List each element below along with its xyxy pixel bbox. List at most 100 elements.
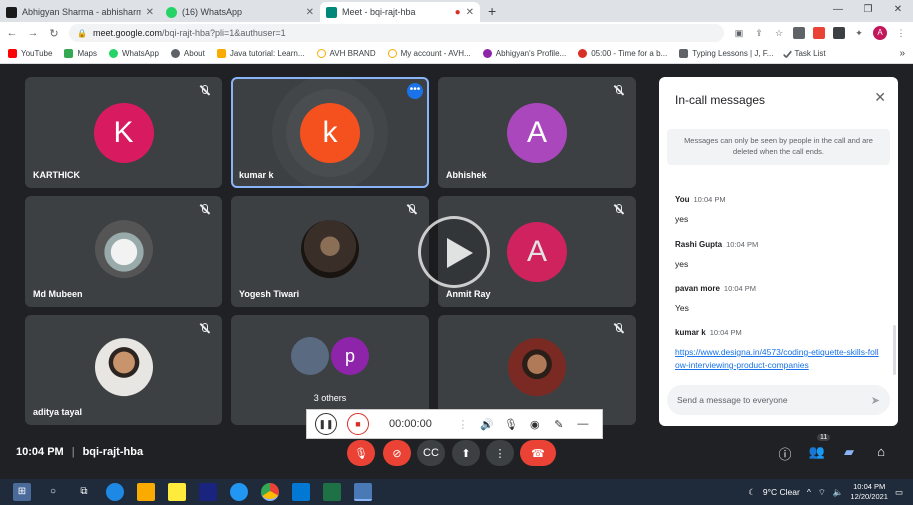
chat-message: Rashi Gupta 10:04 PM yes <box>675 234 885 271</box>
people-icon[interactable]: 👥 <box>808 444 826 460</box>
bookmark-typing[interactable]: Typing Lessons | J, F... <box>679 49 773 58</box>
sticky-notes-icon[interactable] <box>168 483 186 501</box>
drag-handle-icon[interactable]: ⋮ <box>456 418 470 431</box>
vscode-icon[interactable] <box>292 483 310 501</box>
bookmark-youtube[interactable]: YouTube <box>8 49 52 58</box>
speaker-icon[interactable]: 🔊 <box>480 418 494 431</box>
activities-icon[interactable]: ⌂ <box>872 444 890 459</box>
bookmark-profile[interactable]: Abhigyan's Profile... <box>482 49 566 58</box>
youtube-icon <box>8 49 17 58</box>
extension-icon[interactable] <box>813 27 825 39</box>
bookmark-about[interactable]: About <box>170 49 205 58</box>
close-icon[interactable]: ✕ <box>874 89 886 106</box>
close-tab-icon[interactable]: ✕ <box>146 7 154 18</box>
tab-whatsapp[interactable]: (16) WhatsApp ✕ <box>160 2 320 22</box>
minimize-icon[interactable]: — <box>823 0 853 20</box>
mic-toggle-button[interactable]: 🎙 <box>347 440 375 466</box>
medium-icon <box>6 6 17 18</box>
participant-tile[interactable]: Md Mubeen <box>25 196 222 307</box>
address-bar-row: ← → ↻ 🔒 meet.google.com/bqi-rajt-hba?pli… <box>0 22 913 44</box>
menu-icon[interactable]: ⋮ <box>895 27 907 39</box>
message-input[interactable]: Send a message to everyone ➤ <box>667 385 890 415</box>
pause-button[interactable]: ❚❚ <box>315 413 337 435</box>
camera-icon[interactable]: ▣ <box>733 27 745 39</box>
bookmark-task-list[interactable]: Task List <box>783 48 826 59</box>
minimize-icon[interactable]: — <box>576 418 590 430</box>
participant-tile[interactable]: Yogesh Tiwari <box>231 196 429 307</box>
intellij-icon[interactable] <box>199 483 217 501</box>
search-icon[interactable]: ○ <box>44 483 62 501</box>
bookmark-my-account[interactable]: My account - AVH... <box>387 49 471 58</box>
chrome-icon[interactable] <box>261 483 279 501</box>
close-window-icon[interactable]: ✕ <box>883 0 913 20</box>
separator: | <box>71 446 75 458</box>
profile-avatar[interactable]: A <box>873 26 887 40</box>
webcam-off-icon[interactable]: ◉ <box>528 418 542 431</box>
bookmark-java[interactable]: Java tutorial: Learn... <box>216 49 305 58</box>
captions-button[interactable]: CC <box>417 440 445 466</box>
participant-tile[interactable]: K KARTHICK <box>25 77 222 188</box>
close-tab-icon[interactable]: ✕ <box>306 7 314 18</box>
url-field[interactable]: 🔒 meet.google.com/bqi-rajt-hba?pli=1&aut… <box>69 24 724 42</box>
new-tab-button[interactable]: + <box>480 2 504 22</box>
avatar: A <box>507 221 567 282</box>
avatar-photo <box>508 338 566 397</box>
file-explorer-icon[interactable] <box>137 483 155 501</box>
lock-icon[interactable]: 🔒 <box>77 29 87 38</box>
system-tray: ☾ 9°C Clear ^ ⌔ 🔈 10:04 PM 12/20/2021 ▭ <box>748 482 913 502</box>
back-icon[interactable]: ← <box>6 27 18 39</box>
bookmark-timer[interactable]: 05:00 - Time for a b... <box>578 49 667 58</box>
more-options-icon[interactable]: ••• <box>407 83 423 99</box>
bookmark-avh-brand[interactable]: AVH BRAND <box>316 49 376 58</box>
weather-text[interactable]: 9°C Clear <box>763 487 800 497</box>
stop-button[interactable]: ■ <box>347 413 369 435</box>
participant-tile-speaking[interactable]: k ••• kumar k <box>231 77 429 188</box>
circle-icon <box>316 49 326 58</box>
more-bookmarks-icon[interactable]: » <box>899 48 905 59</box>
tab-meet[interactable]: Meet - bqi-rajt-hba ● ✕ <box>320 2 480 22</box>
forward-icon[interactable]: → <box>27 27 39 39</box>
clock[interactable]: 10:04 PM 12/20/2021 <box>850 482 888 502</box>
mic-off-icon <box>199 323 210 337</box>
chevron-up-icon[interactable]: ^ <box>807 487 811 497</box>
message-link[interactable]: https://www.designa.in/4573/coding-etiqu… <box>675 346 880 372</box>
bookmark-whatsapp[interactable]: WhatsApp <box>109 49 159 58</box>
network-icon[interactable]: ⌔ <box>818 487 826 498</box>
notifications-icon[interactable]: ▭ <box>895 487 903 498</box>
extension-icon[interactable] <box>793 27 805 39</box>
mic-off-icon[interactable]: 🎙 <box>504 418 518 431</box>
tab-profile[interactable]: Abhigyan Sharma - abhisharmaa ✕ <box>0 2 160 22</box>
avatar: A <box>507 102 567 163</box>
restore-icon[interactable]: ❐ <box>853 0 883 20</box>
more-vert-icon: ⋮ <box>494 447 506 460</box>
participant-tile[interactable]: aditya tayal <box>25 315 222 425</box>
chat-notice: Messages can only be seen by people in t… <box>667 129 890 165</box>
chat-icon[interactable]: ▰ <box>840 444 858 460</box>
pen-icon[interactable]: ✎ <box>552 418 566 431</box>
windows-start-icon[interactable]: ⊞ <box>13 483 31 501</box>
bookmark-star-icon[interactable]: ☆ <box>773 27 785 39</box>
scrollbar[interactable] <box>893 325 896 375</box>
extensions: ▣ ⇪ ☆ ✦ A ⋮ <box>733 26 907 40</box>
extension-icon[interactable] <box>833 27 845 39</box>
send-icon[interactable]: ➤ <box>871 394 880 407</box>
bookmark-maps[interactable]: Maps <box>64 49 97 58</box>
bookmark-label: AVH BRAND <box>329 49 376 58</box>
participant-tile[interactable]: A Abhishek <box>438 77 636 188</box>
puzzle-icon[interactable]: ✦ <box>853 27 865 39</box>
play-icon[interactable] <box>418 216 490 288</box>
excel-icon[interactable] <box>323 483 341 501</box>
share-icon[interactable]: ⇪ <box>753 27 765 39</box>
leave-call-button[interactable]: ☎ <box>520 440 556 466</box>
info-icon[interactable]: ⓘ <box>776 444 794 463</box>
reload-icon[interactable]: ↻ <box>48 27 60 40</box>
close-tab-icon[interactable]: ✕ <box>466 7 474 18</box>
recorder-app-icon[interactable] <box>354 483 372 501</box>
task-view-icon[interactable]: ⧉ <box>75 483 93 501</box>
present-button[interactable]: ⬆ <box>452 440 480 466</box>
edge-icon[interactable] <box>106 483 124 501</box>
volume-icon[interactable]: 🔈 <box>833 487 844 498</box>
more-options-button[interactable]: ⋮ <box>486 440 514 466</box>
app-icon[interactable] <box>230 483 248 501</box>
camera-toggle-button[interactable]: ⊘ <box>383 440 411 466</box>
